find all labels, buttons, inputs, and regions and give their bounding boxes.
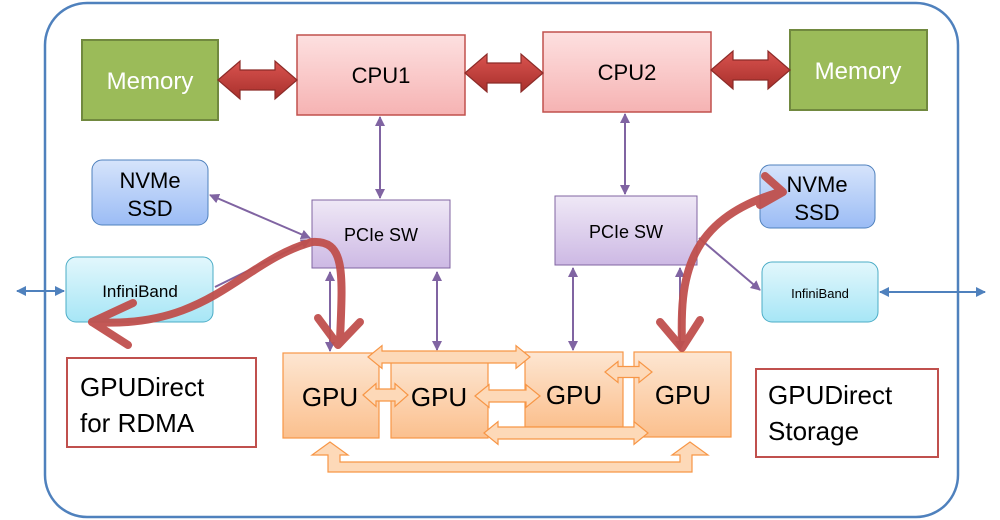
cpu2-memory-arrow xyxy=(710,49,791,91)
gpudirect-rdma-line1: GPUDirect xyxy=(80,372,205,402)
link-nvme-pcie-left xyxy=(209,193,311,240)
gpu-2-label: GPU xyxy=(411,382,467,412)
cpu1-label: CPU1 xyxy=(352,63,411,88)
gpudirect-diagram: Memory Memory CPU1 CPU2 NVMe SSD NVMe SS… xyxy=(16,1,986,519)
nvme-right-line2: SSD xyxy=(794,200,839,225)
gpu-4-label: GPU xyxy=(655,380,711,410)
nvlink-gpu2-gpu3 xyxy=(474,383,541,409)
nvlink-gpu1-gpu4 xyxy=(310,441,710,473)
gpu-3-label: GPU xyxy=(546,380,602,410)
nvme-left-line1: NVMe xyxy=(119,168,180,193)
pcie-left-label: PCIe SW xyxy=(344,225,418,245)
memory-right-label: Memory xyxy=(815,58,902,85)
gpudirect-storage-line2: Storage xyxy=(768,416,859,446)
gpudirect-rdma-line2: for RDMA xyxy=(80,408,195,438)
nvme-left-line2: SSD xyxy=(127,196,172,221)
infiniband-left-label: InfiniBand xyxy=(102,282,178,301)
pcie-right-label: PCIe SW xyxy=(589,222,663,242)
cpu1-cpu2-arrow xyxy=(464,52,544,94)
memory-cpu1-arrow xyxy=(217,59,298,101)
gpudirect-storage-line1: GPUDirect xyxy=(768,380,893,410)
nvme-right-line1: NVMe xyxy=(786,172,847,197)
cpu2-label: CPU2 xyxy=(598,60,657,85)
link-pcie-ib-right xyxy=(698,237,761,291)
infiniband-right-label: InfiniBand xyxy=(791,286,849,301)
memory-left-label: Memory xyxy=(107,68,194,95)
gpu-1-label: GPU xyxy=(302,382,358,412)
